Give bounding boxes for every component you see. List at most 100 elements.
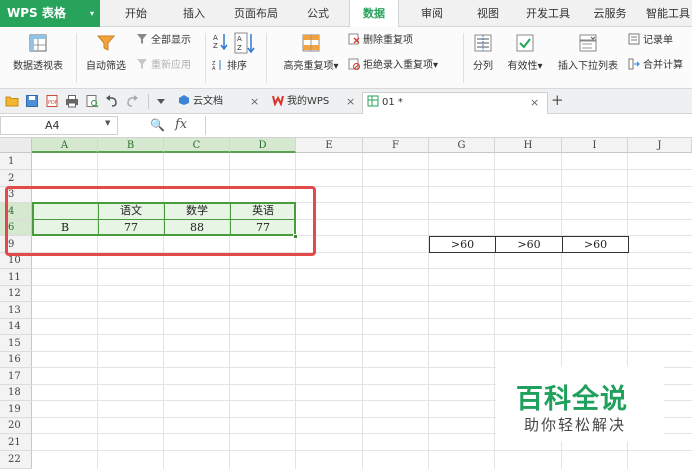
column-header-h[interactable]: H — [495, 138, 562, 153]
column-header-g[interactable]: G — [429, 138, 495, 153]
chevron-down-icon[interactable]: ▼ — [105, 119, 110, 127]
reject-duplicates-button[interactable]: 拒绝录入重复项▾ — [348, 58, 438, 74]
show-all-button[interactable]: 全部显示 — [136, 33, 191, 49]
tab-label: 我的WPS — [287, 96, 330, 107]
grid-line — [32, 169, 692, 170]
row-header-11[interactable]: 11 — [0, 269, 32, 286]
open-folder-icon[interactable] — [5, 94, 19, 108]
menu-tab-cloud[interactable]: 云服务 — [586, 0, 634, 27]
chevron-down-icon: ▾ — [433, 60, 439, 71]
column-header-f[interactable]: F — [363, 138, 429, 153]
menu-tab-developer[interactable]: 开发工具 — [520, 0, 576, 27]
chevron-down-icon[interactable] — [154, 94, 168, 108]
tab-label: 云文档 — [193, 96, 223, 107]
new-tab-plus-icon[interactable]: + — [551, 91, 564, 109]
row-header-16[interactable]: 16 — [0, 352, 32, 368]
column-header-i[interactable]: I — [562, 138, 628, 153]
formula-input[interactable] — [205, 116, 692, 135]
close-icon[interactable]: × — [346, 92, 355, 112]
tab-cloud-docs[interactable]: 云文档 × — [174, 92, 266, 114]
tab-my-wps[interactable]: 我的WPS × — [268, 92, 362, 114]
zoom-icon[interactable]: 🔍 — [150, 118, 165, 132]
reject-duplicates-label: 拒绝录入重复项 — [363, 60, 433, 71]
tab-workbook-01[interactable]: 01 * × — [362, 92, 548, 114]
menu-tab-data[interactable]: 数据 — [349, 0, 399, 28]
menu-bar: WPS 表格 ▾ 开始 插入 页面布局 公式 数据 审阅 视图 开发工具 云服务… — [0, 0, 692, 28]
row-header-19[interactable]: 19 — [0, 401, 32, 418]
split-column-button[interactable]: 分列 — [470, 33, 496, 72]
row-header-15[interactable]: 15 — [0, 335, 32, 352]
sort-button[interactable]: Z A 排序 — [212, 59, 247, 75]
svg-text:Z: Z — [237, 44, 242, 52]
close-icon[interactable]: × — [250, 92, 259, 112]
cell-i9[interactable]: >60 — [562, 236, 629, 253]
pivot-table-button[interactable]: 数据透视表 — [8, 33, 68, 72]
sort-asc-button[interactable]: AZ — [212, 32, 234, 52]
column-header-b[interactable]: B — [98, 138, 164, 153]
cell-h9[interactable]: >60 — [495, 236, 563, 253]
row-header-22[interactable]: 22 — [0, 451, 32, 469]
formula-bar: A4 ▼ 🔍 fx — [0, 114, 692, 138]
reapply-button[interactable]: 重新应用 — [136, 58, 191, 74]
pivot-table-label: 数据透视表 — [13, 61, 63, 72]
annotation-highlight-frame — [5, 186, 316, 256]
column-header-a[interactable]: A — [32, 138, 98, 153]
menu-tab-view[interactable]: 视图 — [466, 0, 510, 27]
menu-tab-review[interactable]: 审阅 — [410, 0, 454, 27]
document-tab-bar: PDF 云文档 × 我的WPS × 01 * × + — [0, 89, 692, 114]
menu-tab-page-layout[interactable]: 页面布局 — [228, 0, 284, 27]
column-header-e[interactable]: E — [296, 138, 363, 153]
column-header-j[interactable]: J — [628, 138, 692, 153]
export-pdf-icon[interactable]: PDF — [45, 94, 59, 108]
svg-text:A: A — [237, 35, 242, 43]
watermark-title: 百科全说 — [516, 384, 628, 415]
highlight-duplicates-button[interactable]: 高亮重复项▾ — [276, 33, 346, 72]
record-form-button[interactable]: 记录单 — [628, 33, 673, 49]
auto-filter-button[interactable]: 自动筛选 — [83, 33, 129, 72]
ribbon-divider — [266, 33, 267, 83]
select-all-corner[interactable] — [0, 138, 32, 153]
sort-ascending-icon: AZ — [213, 34, 228, 51]
print-preview-icon[interactable] — [85, 94, 99, 108]
auto-filter-label: 自动筛选 — [86, 61, 126, 72]
grid-line — [32, 268, 692, 269]
svg-text:A: A — [212, 66, 216, 71]
save-icon[interactable] — [25, 94, 39, 108]
consolidate-button[interactable]: 合并计算 — [628, 58, 683, 74]
data-validity-button[interactable]: 有效性▾ — [502, 33, 548, 72]
pivot-table-icon — [29, 34, 47, 52]
reject-duplicates-icon — [348, 58, 360, 70]
toolbar-divider — [148, 94, 149, 109]
print-icon[interactable] — [65, 94, 79, 108]
undo-icon[interactable] — [105, 94, 119, 108]
grid-line — [32, 285, 692, 286]
row-header-12[interactable]: 12 — [0, 286, 32, 302]
row-header-18[interactable]: 18 — [0, 385, 32, 401]
menu-tab-home[interactable]: 开始 — [114, 0, 158, 27]
app-menu-button[interactable]: WPS 表格 ▾ — [0, 0, 100, 27]
sort-custom-button[interactable]: AZ — [234, 32, 258, 54]
column-header-d[interactable]: D — [230, 138, 296, 153]
row-header-2[interactable]: 2 — [0, 170, 32, 187]
name-box[interactable]: A4 — [0, 116, 118, 135]
row-header-13[interactable]: 13 — [0, 302, 32, 319]
menu-tab-insert[interactable]: 插入 — [172, 0, 216, 27]
row-header-21[interactable]: 21 — [0, 434, 32, 451]
row-header-20[interactable]: 20 — [0, 418, 32, 434]
redo-icon[interactable] — [125, 94, 139, 108]
insert-dropdown-list-label: 插入下拉列表 — [558, 61, 618, 72]
column-header-c[interactable]: C — [164, 138, 230, 153]
close-icon[interactable]: × — [530, 93, 539, 113]
insert-dropdown-list-button[interactable]: 插入下拉列表 — [554, 33, 622, 72]
row-header-14[interactable]: 14 — [0, 319, 32, 335]
remove-duplicates-button[interactable]: 删除重复项 — [348, 33, 413, 49]
menu-tab-formula[interactable]: 公式 — [296, 0, 340, 27]
cell-g9[interactable]: >60 — [429, 236, 496, 253]
ribbon: 数据透视表 自动筛选 全部显示 重新应用 AZ AZ Z A 排序 高亮重复项▾ 删… — [0, 27, 692, 89]
row-header-17[interactable]: 17 — [0, 368, 32, 385]
menu-tab-smart-tools[interactable]: 智能工具 — [644, 0, 692, 27]
sort-descending-icon: ZA — [212, 60, 221, 71]
row-header-1[interactable]: 1 — [0, 153, 32, 170]
highlight-duplicates-icon — [302, 34, 320, 52]
function-fx-icon[interactable]: fx — [175, 117, 187, 132]
